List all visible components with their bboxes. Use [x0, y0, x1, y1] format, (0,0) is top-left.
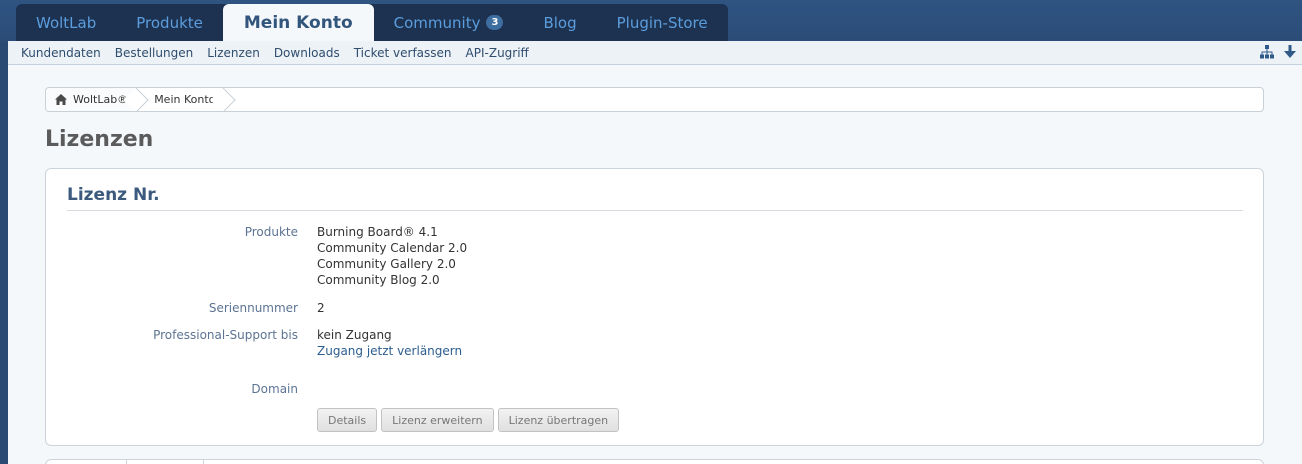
sub-navigation: Kundendaten Bestellungen Lizenzen Downlo… [8, 41, 1302, 65]
tab-label: Community [393, 13, 481, 32]
tab-blog[interactable]: Blog [523, 4, 596, 41]
support-value: kein Zugang Zugang jetzt verlängern [317, 327, 462, 359]
page-title: Lizenzen [45, 127, 154, 152]
breadcrumb-item-woltlab[interactable]: WoltLab® [46, 88, 139, 111]
license-title: Lizenz Nr. [67, 185, 160, 205]
subnav-icons [1260, 45, 1296, 59]
product-item: Community Gallery 2.0 [317, 257, 456, 271]
tab-separator [203, 460, 204, 464]
notification-badge: 3 [486, 15, 504, 30]
subnav-item-downloads[interactable]: Downloads [274, 46, 340, 60]
tab-mein-konto[interactable]: Mein Konto [222, 4, 374, 42]
support-status: kein Zugang [317, 328, 392, 342]
subnav-item-bestellungen[interactable]: Bestellungen [115, 46, 193, 60]
license-container: Lizenz Nr. Produkte Burning Board® 4.1 C… [45, 168, 1264, 446]
domain-label: Domain [251, 382, 298, 396]
support-renew-link[interactable]: Zugang jetzt verlängern [317, 343, 462, 359]
title-divider [67, 210, 1243, 211]
transfer-license-button[interactable]: Lizenz übertragen [497, 408, 620, 432]
tab-plugin-store[interactable]: Plugin-Store [597, 4, 728, 41]
produkte-list: Burning Board® 4.1 Community Calendar 2.… [317, 224, 467, 288]
support-label: Professional-Support bis [153, 328, 298, 342]
breadcrumb: WoltLab® Mein Konto [45, 87, 1264, 112]
subnav-item-api-zugriff[interactable]: API-Zugriff [466, 46, 529, 60]
arrow-down-icon[interactable] [1284, 45, 1296, 59]
license-actions: Details Lizenz erweitern Lizenz übertrag… [317, 408, 620, 432]
product-item: Community Calendar 2.0 [317, 241, 468, 255]
sitemap-icon[interactable] [1260, 45, 1274, 59]
product-item: Community Blog 2.0 [317, 273, 440, 287]
breadcrumb-item-mein-konto[interactable]: Mein Konto [138, 88, 225, 111]
produkte-label: Produkte [244, 225, 298, 239]
seriennummer-label: Seriennummer [208, 301, 298, 315]
product-item: Burning Board® 4.1 [317, 225, 438, 239]
page-content: Kundendaten Bestellungen Lizenzen Downlo… [8, 41, 1302, 464]
tab-community[interactable]: Community 3 [374, 4, 524, 41]
tab-label: Mein Konto [243, 13, 353, 33]
tab-produkte[interactable]: Produkte [116, 4, 223, 41]
subnav-item-lizenzen[interactable]: Lizenzen [207, 46, 260, 60]
main-navigation: WoltLab Produkte Mein Konto Community 3 … [16, 4, 728, 42]
seriennummer-value: 2 [317, 301, 325, 315]
subnav-item-ticket-verfassen[interactable]: Ticket verfassen [354, 46, 452, 60]
home-icon [55, 94, 67, 105]
tab-label: WoltLab [36, 13, 97, 32]
breadcrumb-label: Mein Konto [154, 93, 216, 106]
tab-label: Blog [543, 13, 577, 32]
tab-label: Plugin-Store [616, 13, 708, 32]
breadcrumb-label: WoltLab® [73, 93, 129, 106]
tab-woltlab[interactable]: WoltLab [16, 4, 116, 41]
subnav-item-kundendaten[interactable]: Kundendaten [21, 46, 101, 60]
details-button[interactable]: Details [317, 408, 378, 432]
next-container-edge [45, 459, 1264, 464]
tab-label: Produkte [136, 13, 203, 32]
extend-license-button[interactable]: Lizenz erweitern [381, 408, 494, 432]
tab-separator [126, 460, 127, 464]
